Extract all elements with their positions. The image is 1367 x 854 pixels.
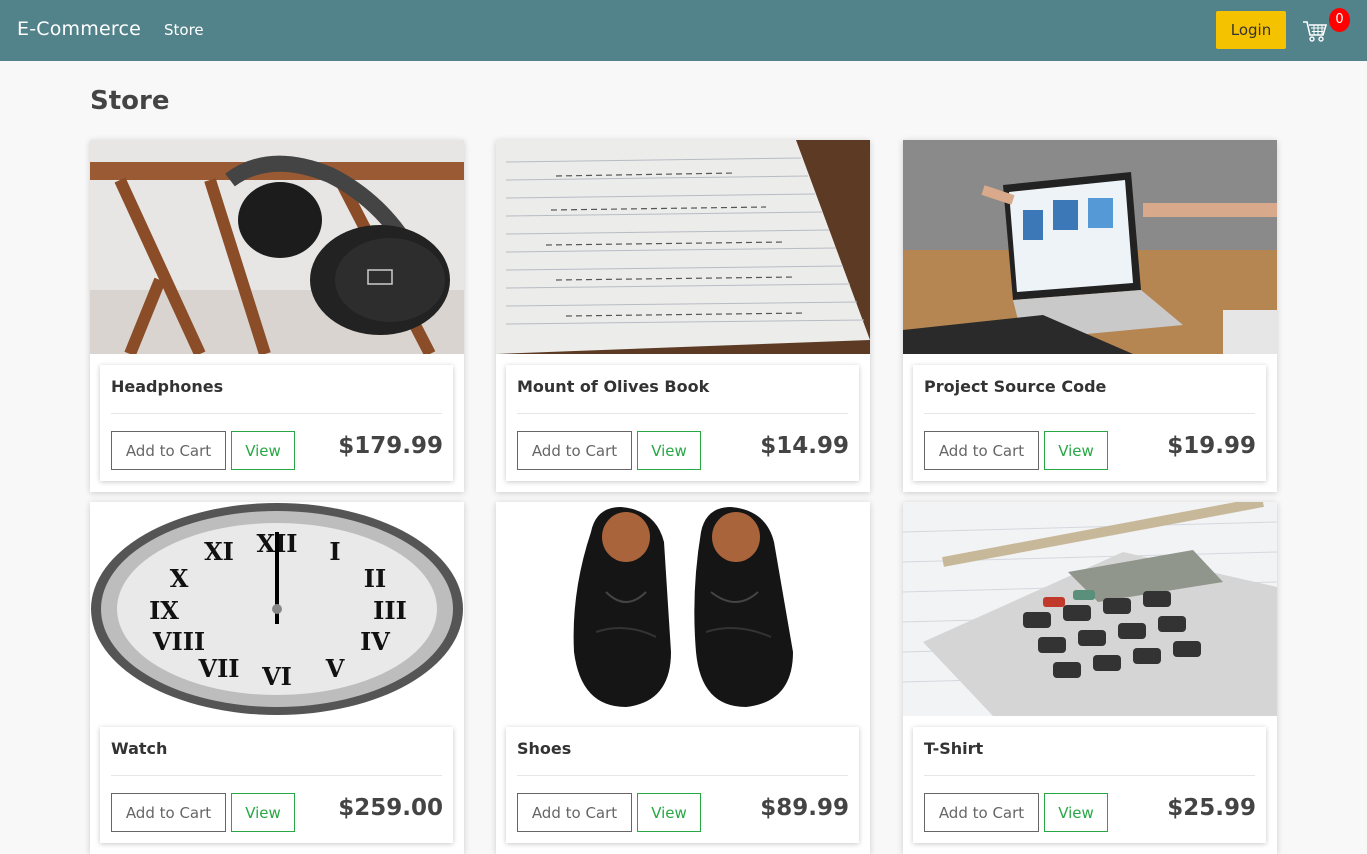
product-price: $179.99 bbox=[338, 433, 443, 459]
product-name[interactable]: Mount of Olives Book bbox=[517, 377, 709, 396]
product-image[interactable] bbox=[903, 140, 1277, 354]
product-name[interactable]: Project Source Code bbox=[924, 377, 1106, 396]
add-to-cart-button[interactable]: Add to Cart bbox=[517, 793, 632, 832]
product-card: XIII IIIII IVV VIVII VIIIIX XXI Watch Ad… bbox=[90, 502, 464, 854]
svg-text:I: I bbox=[329, 537, 340, 566]
divider bbox=[517, 413, 848, 414]
product-card: Shoes Add to Cart View $89.99 bbox=[496, 502, 870, 854]
view-button[interactable]: View bbox=[1044, 793, 1108, 832]
view-button[interactable]: View bbox=[231, 431, 295, 470]
add-to-cart-button[interactable]: Add to Cart bbox=[924, 793, 1039, 832]
navbar: E-Commerce Store Login 0 bbox=[0, 0, 1367, 61]
brand-logo[interactable]: E-Commerce bbox=[17, 18, 141, 40]
product-info-panel: Watch Add to Cart View $259.00 bbox=[100, 727, 453, 843]
divider bbox=[111, 413, 442, 414]
product-image[interactable] bbox=[90, 140, 464, 354]
product-card: Project Source Code Add to Cart View $19… bbox=[903, 140, 1277, 492]
svg-text:XI: XI bbox=[204, 537, 234, 566]
product-name[interactable]: Watch bbox=[111, 739, 167, 758]
svg-text:III: III bbox=[373, 596, 407, 625]
product-info-panel: Headphones Add to Cart View $179.99 bbox=[100, 365, 453, 481]
view-button[interactable]: View bbox=[637, 431, 701, 470]
product-image[interactable] bbox=[903, 502, 1277, 716]
divider bbox=[517, 775, 848, 776]
divider bbox=[111, 775, 442, 776]
product-card: T-Shirt Add to Cart View $25.99 bbox=[903, 502, 1277, 854]
product-info-panel: Shoes Add to Cart View $89.99 bbox=[506, 727, 859, 843]
product-image[interactable] bbox=[496, 502, 870, 716]
divider bbox=[924, 775, 1255, 776]
product-card: Headphones Add to Cart View $179.99 bbox=[90, 140, 464, 492]
add-to-cart-button[interactable]: Add to Cart bbox=[924, 431, 1039, 470]
svg-text:VIII: VIII bbox=[152, 627, 205, 656]
add-to-cart-button[interactable]: Add to Cart bbox=[111, 431, 226, 470]
product-price: $19.99 bbox=[1167, 433, 1256, 459]
product-name[interactable]: T-Shirt bbox=[924, 739, 983, 758]
product-price: $89.99 bbox=[760, 795, 849, 821]
product-price: $14.99 bbox=[760, 433, 849, 459]
view-button[interactable]: View bbox=[231, 793, 295, 832]
svg-text:V: V bbox=[325, 654, 345, 683]
cart-count-badge: 0 bbox=[1329, 8, 1350, 32]
product-image[interactable] bbox=[496, 140, 870, 354]
svg-text:X: X bbox=[170, 564, 189, 593]
view-button[interactable]: View bbox=[637, 793, 701, 832]
view-button[interactable]: View bbox=[1044, 431, 1108, 470]
divider bbox=[924, 413, 1255, 414]
svg-text:IX: IX bbox=[149, 596, 179, 625]
login-button[interactable]: Login bbox=[1216, 11, 1286, 49]
svg-text:IV: IV bbox=[360, 627, 390, 656]
product-info-panel: Project Source Code Add to Cart View $19… bbox=[913, 365, 1266, 481]
nav-store-link[interactable]: Store bbox=[164, 21, 204, 39]
add-to-cart-button[interactable]: Add to Cart bbox=[517, 431, 632, 470]
product-image[interactable]: XIII IIIII IVV VIVII VIIIIX XXI bbox=[90, 502, 464, 716]
product-info-panel: T-Shirt Add to Cart View $25.99 bbox=[913, 727, 1266, 843]
svg-text:II: II bbox=[364, 564, 386, 593]
add-to-cart-button[interactable]: Add to Cart bbox=[111, 793, 226, 832]
svg-text:VII: VII bbox=[197, 654, 239, 683]
product-price: $25.99 bbox=[1167, 795, 1256, 821]
product-card: Mount of Olives Book Add to Cart View $1… bbox=[496, 140, 870, 492]
cart-icon[interactable] bbox=[1301, 17, 1329, 45]
product-name[interactable]: Headphones bbox=[111, 377, 223, 396]
svg-text:VI: VI bbox=[261, 662, 292, 691]
page-title: Store bbox=[90, 86, 170, 116]
product-name[interactable]: Shoes bbox=[517, 739, 571, 758]
product-info-panel: Mount of Olives Book Add to Cart View $1… bbox=[506, 365, 859, 481]
product-price: $259.00 bbox=[338, 795, 443, 821]
